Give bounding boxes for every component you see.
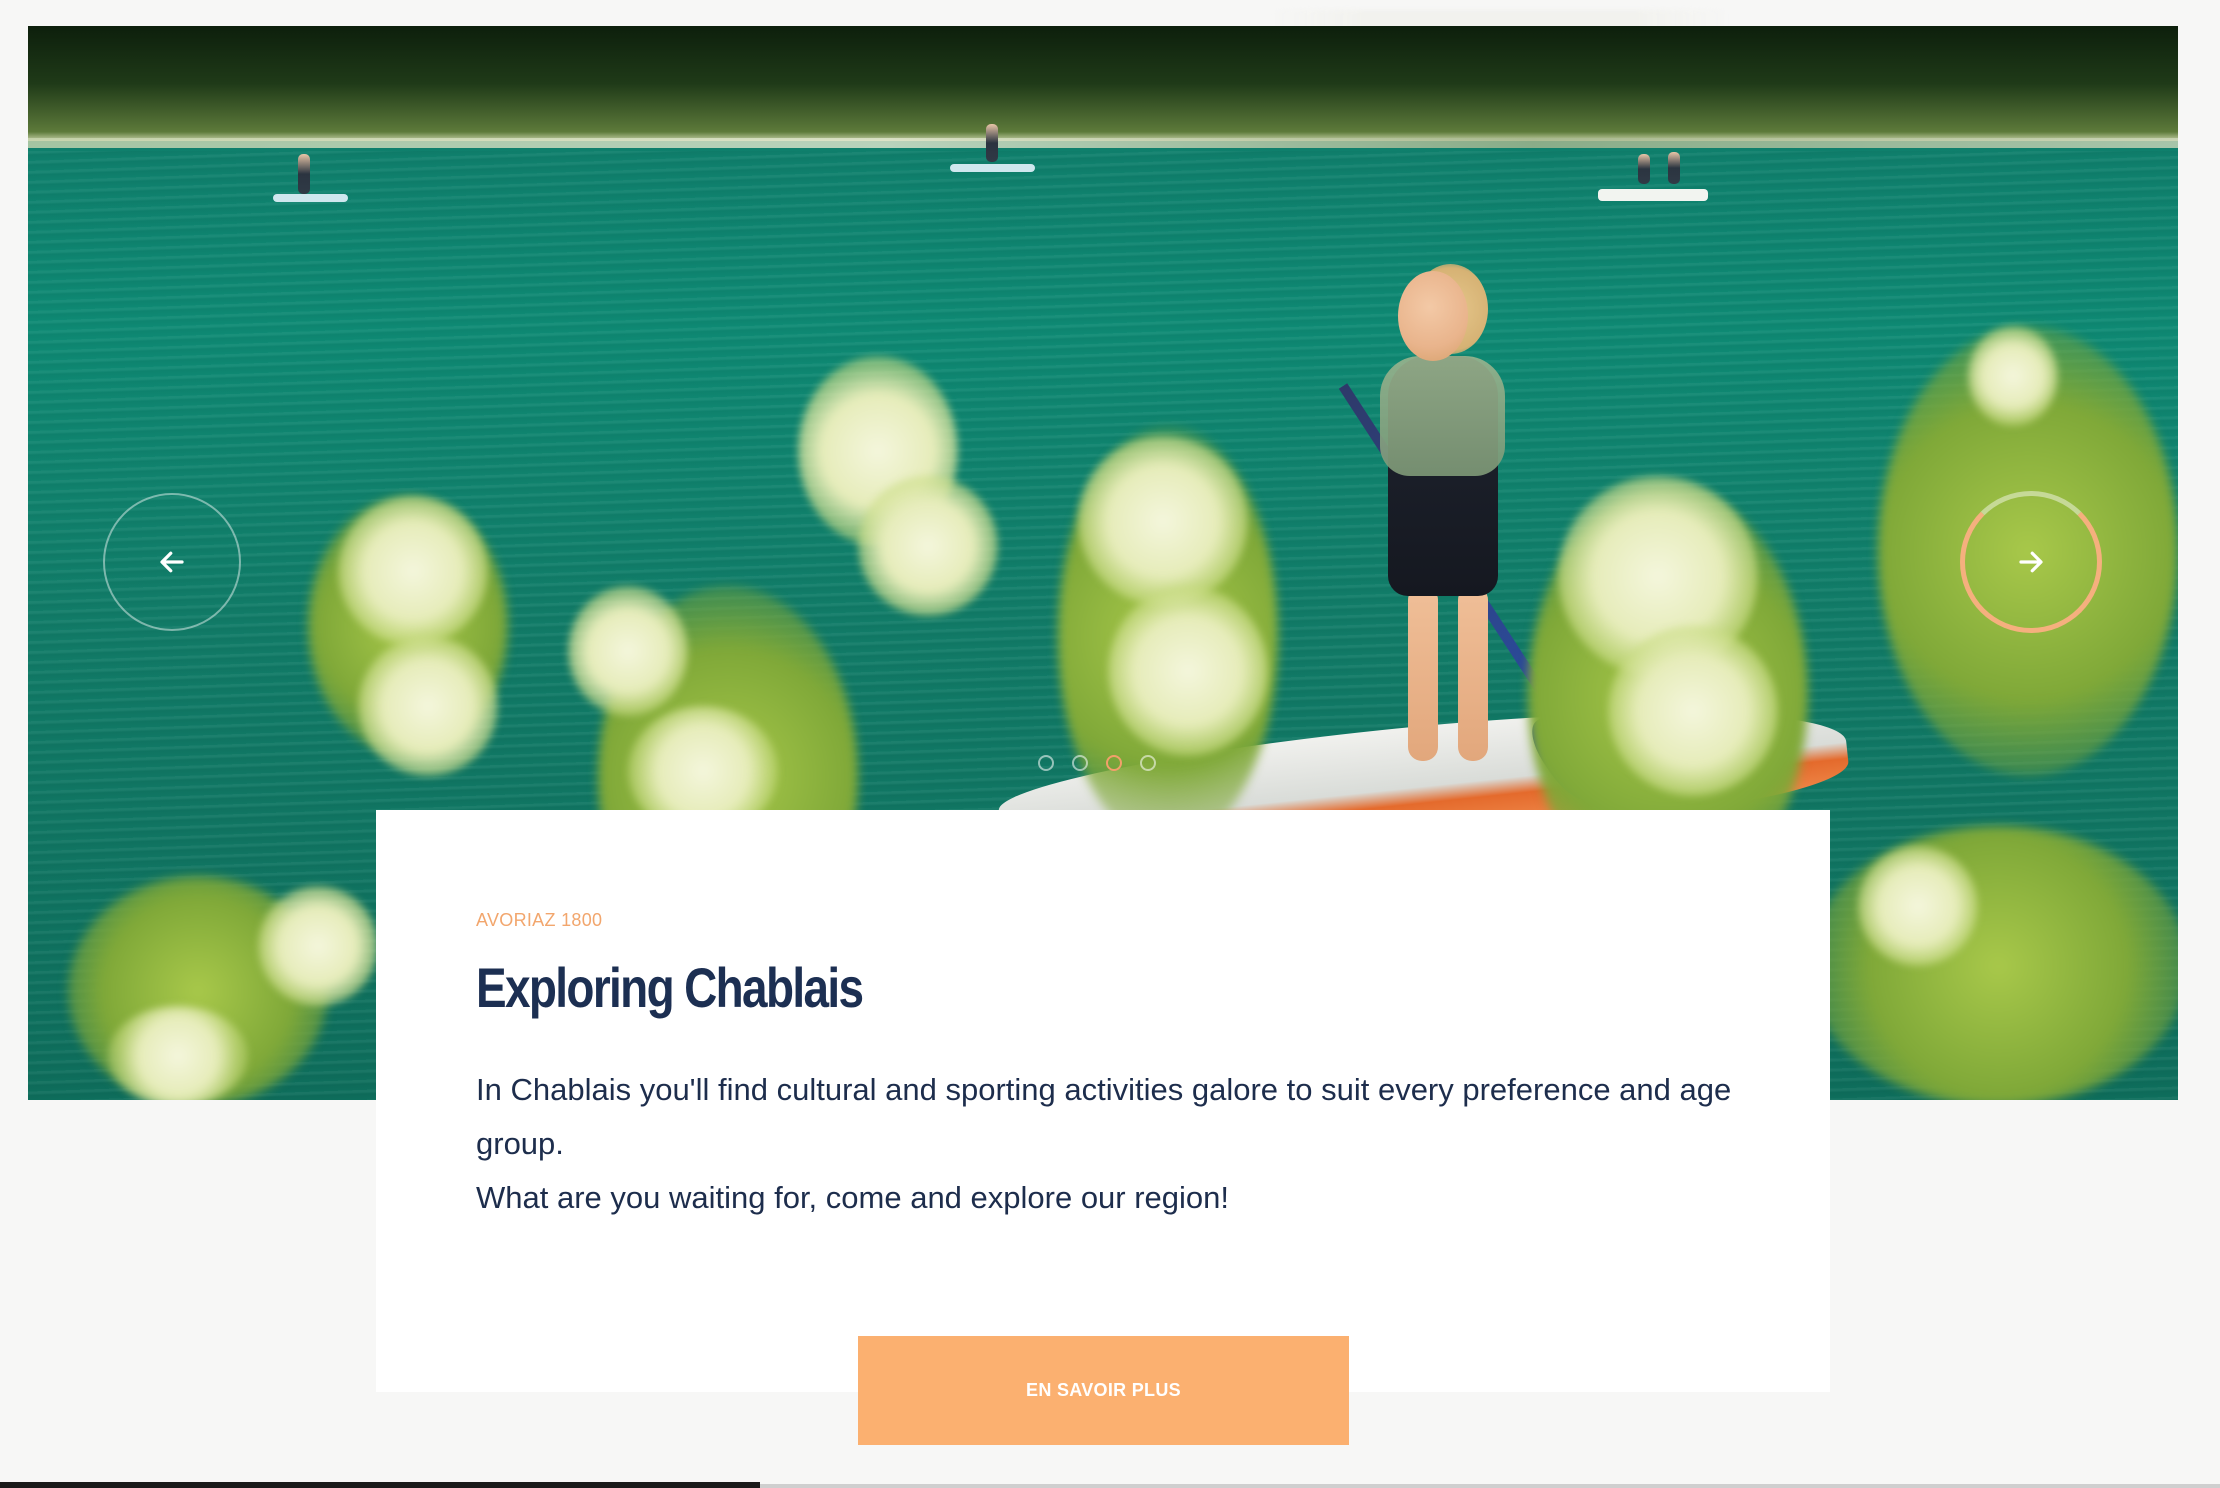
card-paragraph-1: In Chablais you'll find cultural and spo… xyxy=(476,1072,1732,1161)
flower-cluster xyxy=(1858,846,1978,966)
content-card: AVORIAZ 1800 Exploring Chablais In Chabl… xyxy=(376,810,1830,1392)
paddler-leg xyxy=(1458,586,1488,761)
flower-cluster xyxy=(358,636,498,776)
carousel-dot-1[interactable] xyxy=(1038,755,1054,771)
flower-cluster xyxy=(258,886,378,1006)
arrow-right-icon xyxy=(2019,551,2043,573)
location-tag: AVORIAZ 1800 xyxy=(476,910,603,930)
paddler-leg xyxy=(1408,586,1438,761)
flower-cluster xyxy=(1108,586,1268,756)
carousel-dot-2[interactable] xyxy=(1072,755,1088,771)
bottom-edge xyxy=(0,1482,760,1488)
carousel-dot-4[interactable] xyxy=(1140,755,1156,771)
card-description: In Chablais you'll find cultural and spo… xyxy=(476,1063,1746,1225)
far-board xyxy=(273,194,348,202)
flower-cluster xyxy=(1078,436,1248,606)
far-board xyxy=(1598,189,1708,201)
paddler-vest xyxy=(1380,356,1505,476)
bottom-edge-light xyxy=(760,1484,2220,1488)
far-paddler xyxy=(1668,152,1680,184)
forest-shore xyxy=(28,26,2178,141)
learn-more-button[interactable]: EN SAVOIR PLUS xyxy=(858,1336,1349,1445)
arrow-left-icon xyxy=(160,551,184,573)
far-board xyxy=(950,164,1035,172)
far-paddler xyxy=(986,124,998,162)
page: AVORIAZ 1800 Exploring Chablais In Chabl… xyxy=(0,0,2220,1488)
flower-cluster xyxy=(568,586,688,716)
beach-line xyxy=(28,138,2178,148)
carousel-dots xyxy=(1038,755,1156,771)
flower-cluster xyxy=(338,496,488,646)
card-title: Exploring Chablais xyxy=(476,956,864,1019)
carousel-next-button[interactable] xyxy=(1960,491,2102,633)
far-paddler xyxy=(298,154,310,194)
carousel-dot-3[interactable] xyxy=(1106,755,1122,771)
flower-cluster xyxy=(108,1006,248,1100)
paddler-head xyxy=(1398,271,1468,361)
card-paragraph-2: What are you waiting for, come and explo… xyxy=(476,1180,1230,1215)
flower-cluster xyxy=(1608,626,1778,796)
carousel-prev-button[interactable] xyxy=(103,493,241,631)
flower-cluster xyxy=(1968,326,2058,426)
leaf xyxy=(1808,826,2178,1100)
far-paddler xyxy=(1638,154,1650,184)
flower-cluster xyxy=(858,476,998,616)
